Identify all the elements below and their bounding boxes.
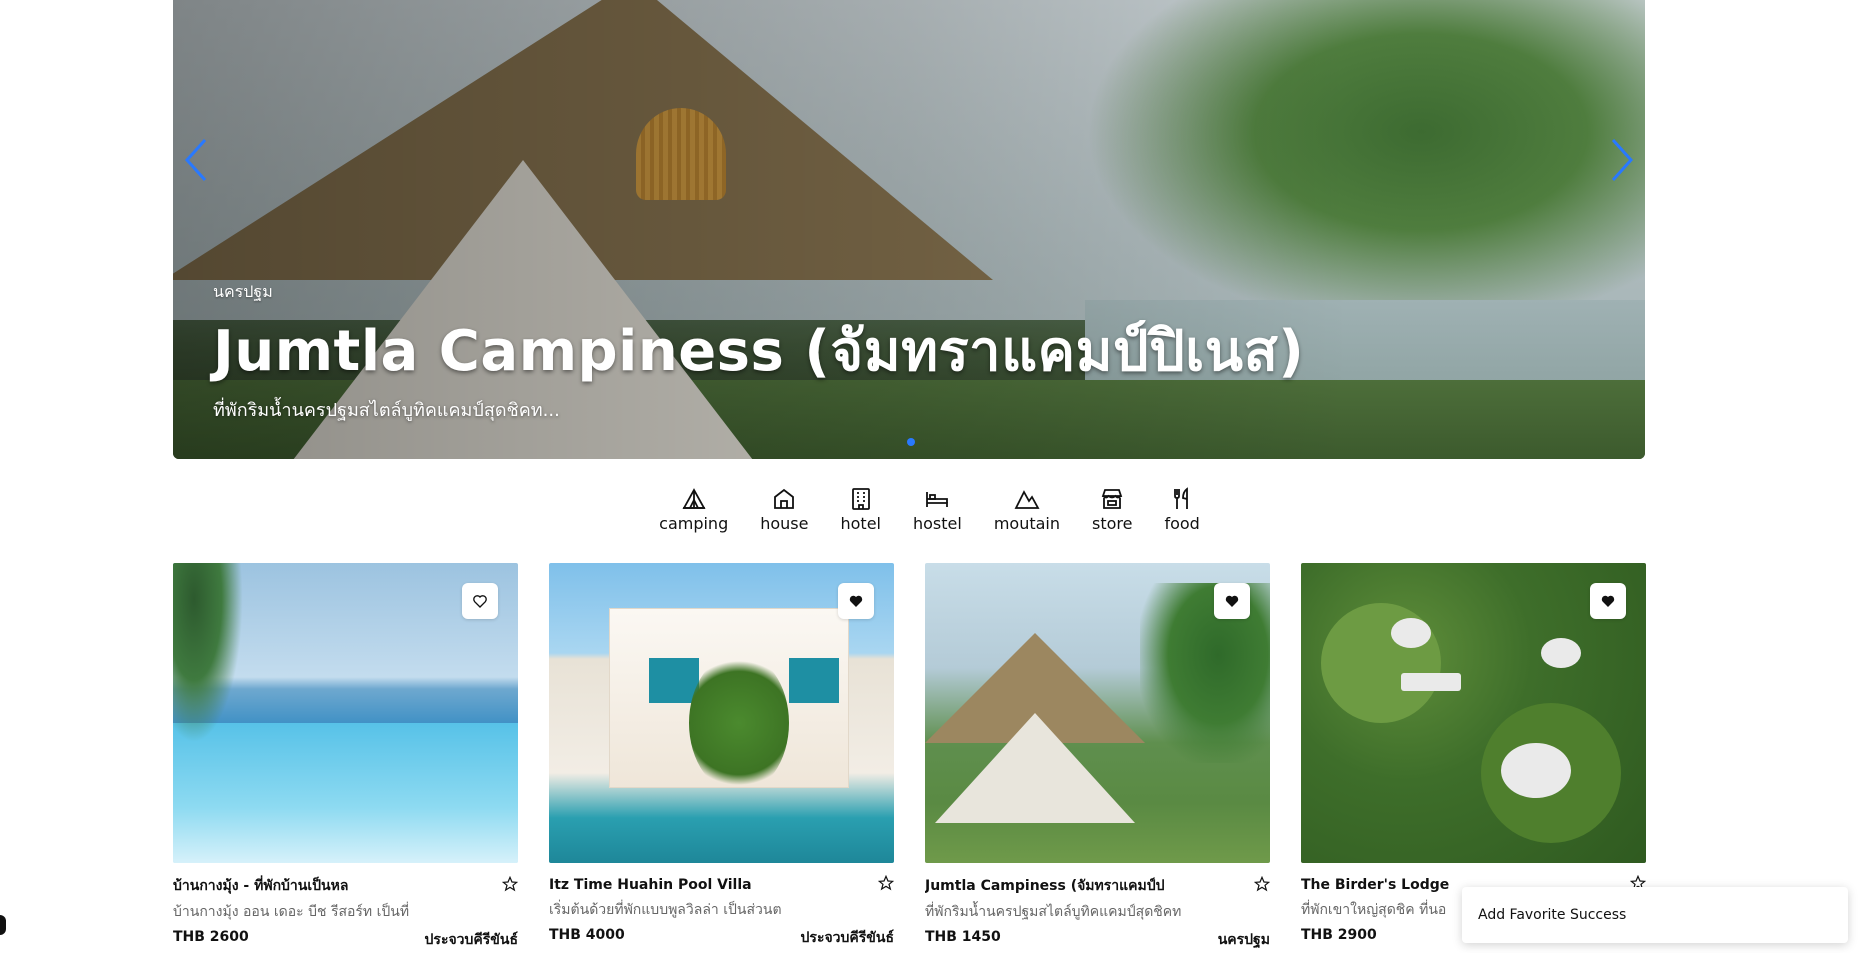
category-hostel[interactable]: hostel [897, 486, 978, 533]
image-palm [173, 563, 243, 743]
image-trees [1140, 583, 1270, 763]
listing-province: ประจวบคีรีขันธ์ [800, 930, 894, 946]
favorite-button[interactable] [462, 583, 498, 619]
image-tree [689, 653, 789, 793]
star-icon[interactable] [501, 875, 519, 896]
heart-filled-icon [849, 595, 863, 607]
favorite-button[interactable] [1590, 583, 1626, 619]
listing-description: เริ่มต้นด้วยที่พักแบบพูลวิลล่า เป็นส่วนต [549, 902, 782, 918]
image-tent [1541, 638, 1581, 668]
listing-description: ที่พักริมน้ำนครปฐมสไตล์บูทิคแคมป์สุดชิคท [925, 904, 1182, 920]
listing-title[interactable]: Jumtla Campiness (จัมทราแคมป์ป [925, 875, 1165, 897]
image-pool [173, 723, 518, 863]
image-tent [1391, 618, 1431, 648]
heart-filled-icon [1225, 595, 1239, 607]
star-icon[interactable] [877, 874, 895, 895]
hero-province: นครปฐม [213, 282, 273, 301]
listing-province: ประจวบคีรีขันธ์ [424, 932, 518, 948]
hero-title[interactable]: Jumtla Campiness (จัมทราแคมป์ปิเนส) [213, 319, 1304, 385]
listing-card[interactable]: Itz Time Huahin Pool Villa เริ่มต้นด้วยท… [549, 563, 895, 951]
image-tent [1501, 743, 1571, 798]
listing-title[interactable]: Itz Time Huahin Pool Villa [549, 877, 752, 893]
carousel-next-button[interactable] [1607, 130, 1637, 190]
carousel-prev-button[interactable] [181, 130, 211, 190]
category-food[interactable]: food [1148, 486, 1215, 533]
listing-image[interactable] [1301, 563, 1646, 863]
carousel-dot-active[interactable] [907, 438, 915, 446]
category-store[interactable]: store [1076, 486, 1148, 533]
image-window [649, 658, 699, 703]
listing-price: THB 2600 [173, 929, 249, 945]
listing-description: บ้านกางมุ้ง ออน เดอะ บีช รีสอร์ท เป็นที่ [173, 904, 410, 920]
image-roof [1401, 673, 1461, 691]
mountain-icon [1014, 490, 1040, 509]
category-label: store [1092, 514, 1133, 533]
bed-icon [926, 492, 949, 507]
listing-image[interactable] [549, 563, 894, 863]
store-icon [1101, 489, 1123, 509]
listing-price: THB 2900 [1301, 927, 1377, 943]
category-label: camping [659, 514, 729, 533]
star-icon[interactable] [1253, 875, 1271, 896]
category-house[interactable]: house [744, 486, 824, 533]
listing-price: THB 1450 [925, 929, 1001, 945]
listing-card[interactable]: บ้านกางมุ้ง - ที่พักบ้านเป็นหล บ้านกางมุ… [173, 563, 519, 951]
hero-description: ที่พักริมน้ำนครปฐมสไตล์บูทิคแคมป์สุดชิคท… [213, 400, 560, 421]
chevron-right-icon [1611, 138, 1634, 182]
chevron-left-icon [184, 138, 207, 182]
listing-price: THB 4000 [549, 927, 625, 943]
category-hotel[interactable]: hotel [824, 486, 897, 533]
edge-handle [0, 915, 6, 935]
listing-image[interactable] [173, 563, 518, 863]
tent-icon [682, 488, 706, 509]
star-icon [1253, 875, 1271, 892]
star-icon [501, 875, 519, 892]
heart-outline-icon [473, 595, 487, 608]
utensils-icon [1174, 487, 1189, 509]
category-label: hostel [912, 514, 962, 533]
hero-caption: นครปฐม Jumtla Campiness (จัมทราแคมป์ปิเน… [213, 280, 1304, 424]
category-mountain[interactable]: moutain [978, 486, 1076, 533]
building-icon [851, 488, 870, 510]
image-window [789, 658, 839, 703]
listing-title[interactable]: บ้านกางมุ้ง - ที่พักบ้านเป็นหล [173, 875, 348, 897]
listing-title[interactable]: The Birder's Lodge [1301, 877, 1449, 893]
category-nav: camping house hotel hostel moutain store [0, 486, 1859, 533]
listing-image[interactable] [925, 563, 1270, 863]
house-icon [774, 488, 795, 509]
star-icon [877, 874, 895, 891]
favorite-button[interactable] [838, 583, 874, 619]
listing-card[interactable]: Jumtla Campiness (จัมทราแคมป์ป ที่พักริม… [925, 563, 1271, 951]
category-label: house [760, 514, 809, 533]
category-label: moutain [993, 514, 1060, 533]
toast-notification[interactable]: Add Favorite Success [1462, 887, 1848, 943]
category-label: food [1164, 514, 1200, 533]
hero-carousel[interactable]: นครปฐม Jumtla Campiness (จัมทราแคมป์ปิเน… [173, 0, 1645, 459]
favorite-button[interactable] [1214, 583, 1250, 619]
category-camping[interactable]: camping [643, 486, 744, 533]
heart-filled-icon [1601, 595, 1615, 607]
listing-grid: บ้านกางมุ้ง - ที่พักบ้านเป็นหล บ้านกางมุ… [173, 563, 1647, 951]
toast-message: Add Favorite Success [1478, 907, 1627, 923]
category-label: hotel [840, 514, 881, 533]
image-tent [935, 713, 1135, 823]
listing-province: นครปฐม [1217, 932, 1270, 948]
